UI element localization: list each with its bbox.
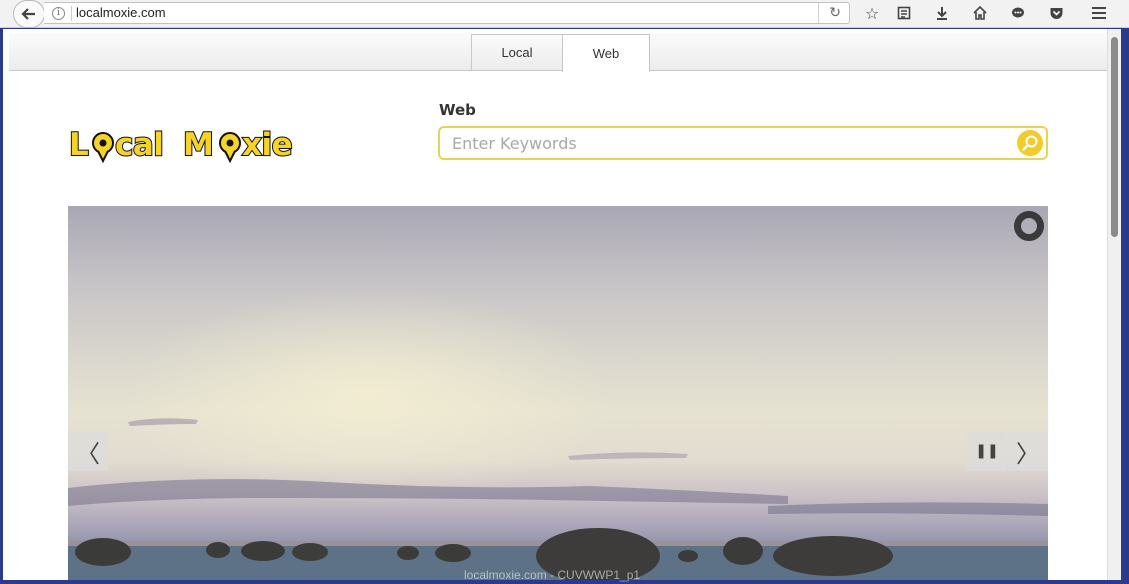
search-input[interactable] bbox=[452, 133, 1012, 153]
reload-separator bbox=[818, 3, 819, 23]
info-icon[interactable]: i bbox=[52, 7, 65, 20]
search-button[interactable] bbox=[1017, 130, 1043, 156]
search-magnifier-icon bbox=[1022, 135, 1038, 151]
url-text[interactable]: localmoxie.com bbox=[76, 5, 166, 20]
loading-spinner-icon bbox=[1014, 211, 1044, 241]
svg-text:xie: xie bbox=[242, 127, 292, 163]
reading-list-icon[interactable] bbox=[892, 2, 916, 24]
previous-slide-button[interactable]: 〈 bbox=[68, 431, 108, 471]
url-divider bbox=[71, 6, 72, 21]
tab-local[interactable]: Local bbox=[471, 34, 563, 70]
svg-text:M: M bbox=[183, 127, 213, 163]
map-pin-icon bbox=[219, 132, 241, 164]
svg-text:cal: cal bbox=[115, 127, 163, 163]
tab-web[interactable]: Web bbox=[562, 34, 650, 72]
download-icon[interactable] bbox=[930, 2, 954, 24]
chat-icon[interactable] bbox=[1006, 2, 1030, 24]
search-type-tabs: Local Web bbox=[9, 33, 1107, 72]
url-bar[interactable]: i localmoxie.com ↻ bbox=[44, 2, 850, 24]
search-label: Web bbox=[439, 101, 476, 119]
vertical-scrollbar[interactable] bbox=[1107, 29, 1121, 580]
local-moxie-logo[interactable]: L cal M xie bbox=[67, 121, 307, 165]
bookmark-star-icon[interactable]: ☆ bbox=[860, 2, 884, 24]
reload-icon[interactable]: ↻ bbox=[829, 5, 841, 21]
home-icon[interactable] bbox=[968, 2, 992, 24]
next-slide-button[interactable]: 〉 bbox=[1008, 431, 1048, 471]
watermark-text: localmoxie.com - CUVWWP1_p1 bbox=[464, 568, 641, 582]
map-pin-icon bbox=[92, 132, 114, 164]
search-box bbox=[438, 126, 1048, 160]
scrollbar-thumb[interactable] bbox=[1111, 37, 1118, 237]
svg-text:L: L bbox=[69, 127, 88, 163]
background-slideshow: 〈 ❚❚ 〉 bbox=[68, 206, 1048, 580]
page-viewport: Local Web L cal M xie Web Enter Keywords… bbox=[3, 29, 1107, 580]
browser-toolbar: i localmoxie.com ↻ ☆ bbox=[0, 0, 1129, 28]
window-edge bbox=[1121, 29, 1129, 584]
pocket-icon[interactable] bbox=[1044, 2, 1068, 24]
pause-slideshow-button[interactable]: ❚❚ bbox=[967, 431, 1007, 471]
menu-hamburger-icon[interactable] bbox=[1087, 2, 1111, 24]
back-button[interactable] bbox=[13, 0, 45, 28]
back-arrow-icon bbox=[21, 8, 35, 20]
beach-scene-image bbox=[68, 418, 1048, 580]
